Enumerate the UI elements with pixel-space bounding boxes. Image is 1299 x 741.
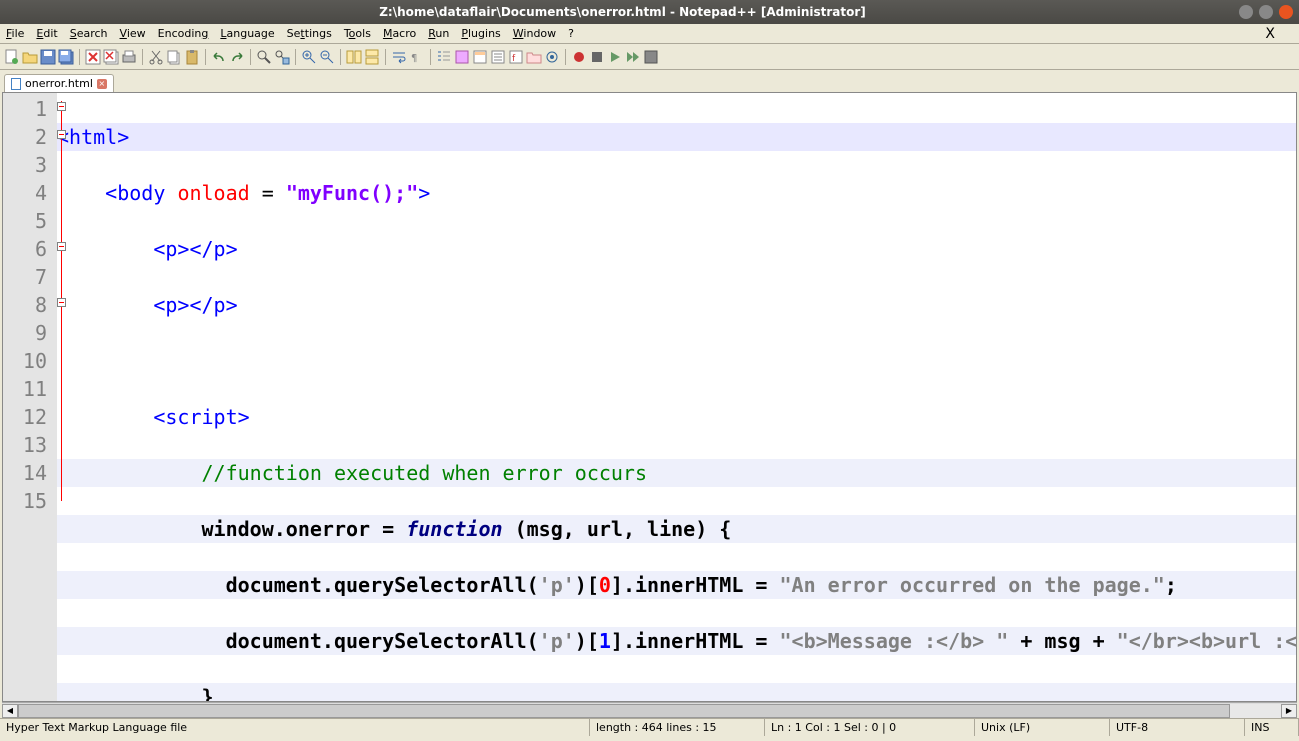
- cut-icon[interactable]: [148, 49, 164, 65]
- menu-macro[interactable]: Macro: [383, 27, 416, 40]
- menubar: File Edit Search View Encoding Language …: [0, 24, 1299, 44]
- menu-plugins[interactable]: Plugins: [461, 27, 500, 40]
- show-all-icon[interactable]: ¶: [409, 49, 425, 65]
- open-file-icon[interactable]: [22, 49, 38, 65]
- save-macro-icon[interactable]: [643, 49, 659, 65]
- menu-encoding[interactable]: Encoding: [158, 27, 209, 40]
- titlebar: Z:\home\dataflair\Documents\onerror.html…: [0, 0, 1299, 24]
- scroll-right-icon[interactable]: ▶: [1281, 704, 1297, 718]
- code-area[interactable]: <html> <body onload = "myFunc();"> <p></…: [57, 93, 1296, 701]
- menu-window[interactable]: Window: [513, 27, 556, 40]
- folder-workspace-icon[interactable]: [526, 49, 542, 65]
- tab-label: onerror.html: [25, 77, 93, 90]
- close-all-icon[interactable]: [103, 49, 119, 65]
- user-lang-icon[interactable]: [454, 49, 470, 65]
- maximize-button[interactable]: [1259, 5, 1273, 19]
- tabbar: onerror.html ×: [0, 70, 1299, 92]
- doc-map-icon[interactable]: [472, 49, 488, 65]
- undo-icon[interactable]: [211, 49, 227, 65]
- status-length: length : 464 lines : 15: [590, 719, 765, 736]
- horizontal-scrollbar[interactable]: ◀ ▶: [2, 702, 1297, 718]
- stop-macro-icon[interactable]: [589, 49, 605, 65]
- menu-settings[interactable]: Settings: [287, 27, 332, 40]
- fold-toggle-icon[interactable]: [57, 130, 66, 139]
- func-list-icon[interactable]: f: [508, 49, 524, 65]
- menu-tools[interactable]: Tools: [344, 27, 371, 40]
- print-icon[interactable]: [121, 49, 137, 65]
- save-all-icon[interactable]: [58, 49, 74, 65]
- doc-list-icon[interactable]: [490, 49, 506, 65]
- toolbar: ¶ f: [0, 44, 1299, 70]
- sync-h-icon[interactable]: [364, 49, 380, 65]
- fold-toggle-icon[interactable]: [57, 242, 66, 251]
- paste-icon[interactable]: [184, 49, 200, 65]
- new-file-icon[interactable]: [4, 49, 20, 65]
- zoom-in-icon[interactable]: [301, 49, 317, 65]
- file-icon: [11, 78, 21, 90]
- window-title: Z:\home\dataflair\Documents\onerror.html…: [6, 5, 1239, 19]
- window-controls: [1239, 5, 1293, 19]
- close-button[interactable]: [1279, 5, 1293, 19]
- scroll-left-icon[interactable]: ◀: [2, 704, 18, 718]
- redo-icon[interactable]: [229, 49, 245, 65]
- minimize-button[interactable]: [1239, 5, 1253, 19]
- zoom-out-icon[interactable]: [319, 49, 335, 65]
- find-icon[interactable]: [256, 49, 272, 65]
- svg-text:¶: ¶: [411, 53, 417, 64]
- wordwrap-icon[interactable]: [391, 49, 407, 65]
- status-encoding[interactable]: UTF-8: [1110, 719, 1245, 736]
- menu-file[interactable]: File: [6, 27, 24, 40]
- file-tab[interactable]: onerror.html ×: [4, 74, 114, 92]
- menu-edit[interactable]: Edit: [36, 27, 57, 40]
- menu-view[interactable]: View: [120, 27, 146, 40]
- record-macro-icon[interactable]: [571, 49, 587, 65]
- play-macro-icon[interactable]: [607, 49, 623, 65]
- scroll-thumb[interactable]: [18, 704, 1230, 718]
- menu-language[interactable]: Language: [220, 27, 274, 40]
- menu-search[interactable]: Search: [70, 27, 108, 40]
- secondary-close-button[interactable]: X: [1265, 26, 1281, 42]
- monitoring-icon[interactable]: [544, 49, 560, 65]
- fold-toggle-icon[interactable]: [57, 102, 66, 111]
- status-language: Hyper Text Markup Language file: [0, 719, 590, 736]
- fold-toggle-icon[interactable]: [57, 298, 66, 307]
- replace-icon[interactable]: [274, 49, 290, 65]
- indent-guide-icon[interactable]: [436, 49, 452, 65]
- menu-run[interactable]: Run: [428, 27, 449, 40]
- copy-icon[interactable]: [166, 49, 182, 65]
- play-multi-icon[interactable]: [625, 49, 641, 65]
- line-number-gutter: 123456789101112131415: [3, 93, 57, 701]
- sync-v-icon[interactable]: [346, 49, 362, 65]
- save-icon[interactable]: [40, 49, 56, 65]
- close-file-icon[interactable]: [85, 49, 101, 65]
- status-insert-mode[interactable]: INS: [1245, 719, 1299, 736]
- statusbar: Hyper Text Markup Language file length :…: [0, 718, 1299, 736]
- editor[interactable]: 123456789101112131415 <html> <body onloa…: [2, 92, 1297, 702]
- status-position: Ln : 1 Col : 1 Sel : 0 | 0: [765, 719, 975, 736]
- status-eol[interactable]: Unix (LF): [975, 719, 1110, 736]
- tab-close-icon[interactable]: ×: [97, 79, 107, 89]
- menu-help[interactable]: ?: [568, 27, 574, 40]
